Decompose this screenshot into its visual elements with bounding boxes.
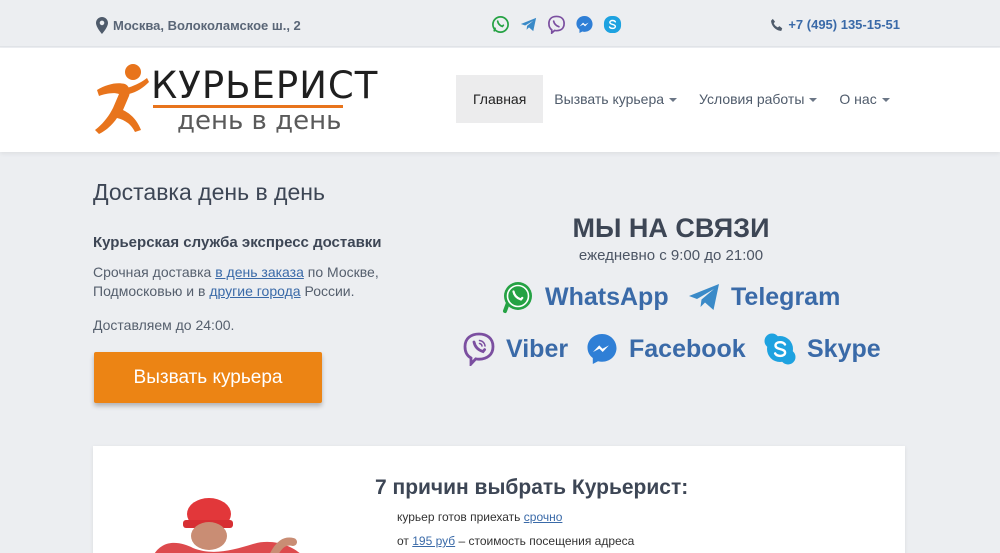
- phone[interactable]: +7 (495) 135-15-51: [770, 17, 900, 32]
- nav-item-label: Вызвать курьера: [554, 91, 665, 107]
- whatsapp-icon[interactable]: [491, 15, 510, 34]
- top-bar: Москва, Волоколамское ш., 2 +7 (495) 135…: [0, 0, 1000, 47]
- telegram-label: Telegram: [731, 282, 841, 311]
- logo-brand: КУРЬЕРИСТ: [151, 64, 379, 107]
- nav-item-call-courier[interactable]: Вызвать курьера: [543, 75, 688, 123]
- skype-label: Skype: [807, 334, 881, 363]
- chevron-down-icon: [881, 97, 890, 102]
- whatsapp-label: WhatsApp: [545, 282, 669, 311]
- telegram-icon[interactable]: [519, 15, 538, 34]
- phone-icon: [771, 18, 783, 31]
- chevron-down-icon: [809, 97, 818, 102]
- whatsapp-icon: [503, 282, 532, 313]
- telegram-icon: [689, 284, 719, 310]
- whatsapp-link[interactable]: WhatsApp: [501, 280, 669, 314]
- nav-item-label: О нас: [839, 91, 877, 107]
- page-title: Доставка день в день: [93, 179, 325, 205]
- phone-number[interactable]: +7 (495) 135-15-51: [788, 17, 900, 32]
- facebook-link[interactable]: Facebook: [585, 332, 746, 366]
- site-header: КУРЬЕРИСТ день в день Главная Вызвать ку…: [0, 48, 1000, 152]
- chevron-down-icon: [669, 97, 678, 102]
- nav-item-about[interactable]: О нас: [828, 75, 900, 123]
- logo[interactable]: КУРЬЕРИСТ день в день: [93, 62, 377, 138]
- reason-text: от: [397, 534, 413, 548]
- contacts-title: МЫ НА СВЯЗИ: [572, 213, 770, 243]
- reason-text: – стоимость посещения адреса: [455, 534, 635, 548]
- viber-icon: [463, 332, 495, 366]
- same-day-link[interactable]: в день заказа: [215, 264, 304, 280]
- map-pin-icon: [96, 17, 108, 34]
- urgent-link[interactable]: срочно: [524, 510, 563, 524]
- hero-subtitle: Курьерская служба экспресс доставки: [93, 234, 382, 251]
- price-link[interactable]: 195 руб: [412, 534, 455, 548]
- viber-link[interactable]: Viber: [462, 332, 568, 366]
- other-cities-link[interactable]: другие города: [209, 283, 300, 299]
- nav-item-home[interactable]: Главная: [456, 75, 544, 123]
- skype-icon[interactable]: [603, 15, 622, 34]
- telegram-link[interactable]: Telegram: [687, 280, 840, 314]
- address-text: Москва, Волоколамское ш., 2: [113, 18, 301, 33]
- call-courier-button[interactable]: Вызвать курьера: [94, 352, 322, 403]
- top-messengers: [491, 15, 622, 34]
- messenger-icon[interactable]: [575, 15, 594, 34]
- hero-text-part: Срочная доставка: [93, 264, 216, 280]
- facebook-label: Facebook: [629, 334, 746, 363]
- hero-description: Срочная доставка в день заказа по Москве…: [93, 263, 413, 301]
- main-nav: Главная Вызвать курьера Условия работы О…: [456, 75, 901, 123]
- nav-item-terms[interactable]: Условия работы: [688, 75, 828, 123]
- logo-tagline: день в день: [177, 106, 342, 136]
- hero-text-part: России.: [300, 283, 355, 299]
- nav-item-label: Условия работы: [699, 91, 805, 107]
- skype-icon: [764, 333, 796, 365]
- nav-item-label: Главная: [473, 91, 527, 107]
- skype-link[interactable]: Skype: [763, 332, 881, 366]
- messenger-icon: [587, 334, 617, 364]
- running-courier-logo-icon: [95, 64, 149, 134]
- courier-photo: [155, 498, 300, 553]
- reason-item: от 195 руб – стоимость посещения адреса: [397, 534, 634, 548]
- delivery-time-note: Доставляем до 24:00.: [93, 317, 235, 333]
- viber-icon[interactable]: [547, 15, 566, 34]
- reasons-title: 7 причин выбрать Курьерист:: [375, 476, 689, 499]
- reason-item: курьер готов приехать срочно: [397, 510, 562, 524]
- viber-label: Viber: [506, 334, 569, 363]
- reasons-card: 7 причин выбрать Курьерист: курьер готов…: [93, 446, 905, 553]
- reason-text: курьер готов приехать: [397, 510, 524, 524]
- contacts-hours: ежедневно с 9:00 до 21:00: [578, 247, 764, 264]
- address: Москва, Волоколамское ш., 2: [96, 17, 301, 34]
